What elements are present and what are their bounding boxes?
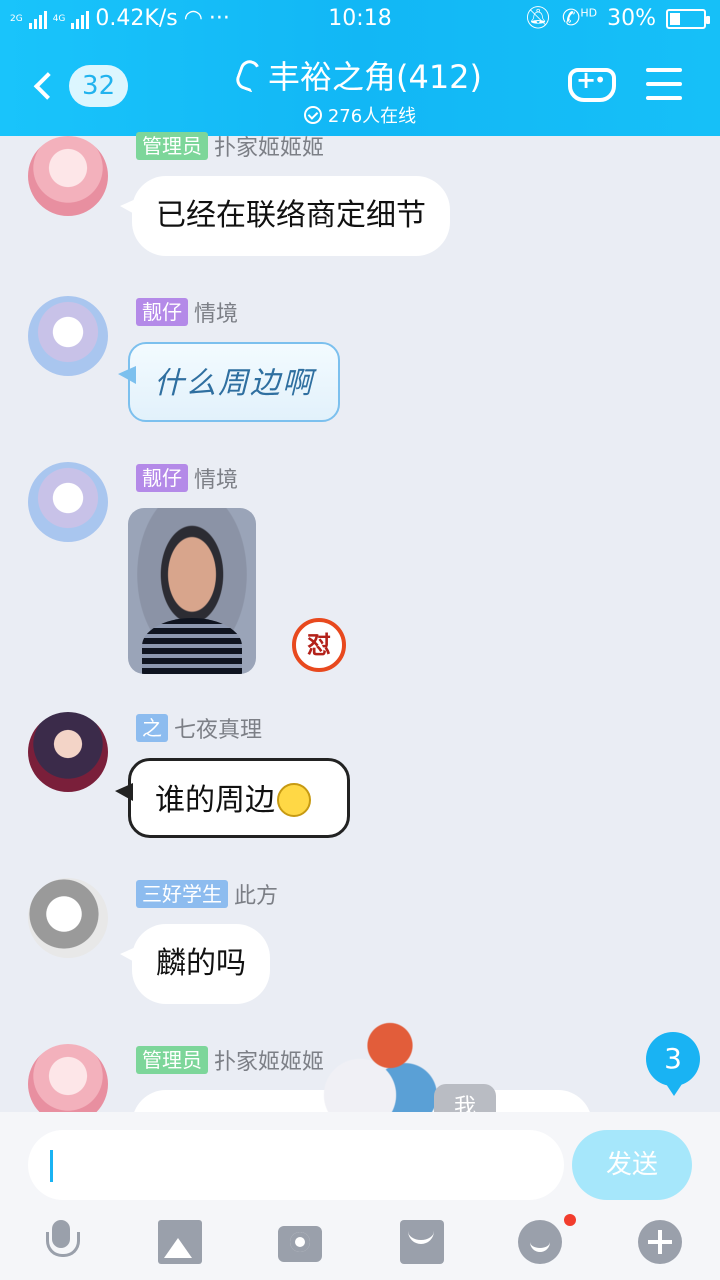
group-title: 丰裕之角(412): [267, 58, 483, 96]
sender-nickname[interactable]: 扑家姬姬姬: [214, 130, 324, 162]
hd-label: HD: [580, 6, 598, 20]
sender-nickname[interactable]: 七夜真理: [174, 712, 262, 744]
member-tag: 之: [136, 714, 168, 742]
title-bar: 2G 4G 0.42K/s ◠ ··· 10:18 🔕︎ ✆HD 30% 32 …: [0, 0, 720, 136]
member-tag: 管理员: [136, 1046, 208, 1074]
message-bubble[interactable]: 已经在联络商定细节: [120, 176, 450, 256]
camera-icon[interactable]: [278, 1226, 322, 1262]
online-count: 276人在线: [327, 106, 417, 127]
dui-reaction-badge: 怼: [292, 618, 346, 672]
status-bar: 2G 4G 0.42K/s ◠ ··· 10:18 🔕︎ ✆HD 30%: [0, 0, 720, 38]
pink-hair-avatar[interactable]: [28, 136, 108, 216]
composer-area: 发送: [0, 1112, 720, 1280]
sender-nickname[interactable]: 情境: [194, 296, 238, 328]
microphone-icon[interactable]: [40, 1220, 84, 1264]
battery-fill: [670, 12, 680, 25]
mute-bell-icon: 🔕︎: [523, 6, 552, 31]
battery-icon: [666, 8, 710, 29]
pink-hair-avatar[interactable]: [28, 1044, 108, 1112]
message-bubble[interactable]: 麟的吗: [120, 924, 270, 1004]
gamepad-icon[interactable]: [568, 66, 616, 102]
chat-message: 三好学生 此方 麟的吗: [0, 878, 720, 1018]
blue-dress-avatar[interactable]: [28, 462, 108, 542]
sender-nickname[interactable]: 此方: [234, 878, 278, 910]
hd-call-icon: ✆HD: [561, 6, 598, 31]
member-tag: 三好学生: [136, 880, 228, 908]
ear-icon: [233, 57, 263, 93]
message-bubble[interactable]: 什么周边啊: [118, 342, 340, 422]
send-button[interactable]: 发送: [572, 1130, 692, 1200]
plus-icon[interactable]: [638, 1220, 682, 1264]
member-tag: 管理员: [136, 132, 208, 160]
sender-nickname[interactable]: 情境: [194, 462, 238, 494]
new-message-badge[interactable]: 3: [646, 1032, 700, 1096]
online-status: 276人在线: [303, 102, 417, 128]
blue-dress-avatar[interactable]: [28, 296, 108, 376]
menu-icon[interactable]: [646, 68, 682, 100]
message-input[interactable]: [28, 1130, 564, 1200]
battery-percent: 30%: [607, 6, 656, 31]
message-text: 谁的周边: [155, 783, 275, 818]
chat-message: 靓仔 情境 怼: [0, 462, 720, 682]
member-tag: 靓仔: [136, 464, 188, 492]
chat-message: 靓仔 情境 什么周边啊: [0, 296, 720, 436]
chat-message: 之 七夜真理 ☁☁ 谁的周边: [0, 712, 720, 852]
member-tag: 靓仔: [136, 298, 188, 326]
input-toolbar: [0, 1214, 720, 1270]
notification-dot: [564, 1214, 576, 1226]
message-bubble[interactable]: 谁的周边: [115, 758, 350, 838]
grin-emoji-icon: [277, 782, 311, 817]
text-caret: [50, 1150, 53, 1182]
image-icon[interactable]: [158, 1220, 202, 1264]
dark-boy-avatar[interactable]: [28, 712, 108, 792]
red-packet-icon[interactable]: [400, 1220, 444, 1264]
photo-message[interactable]: [128, 508, 256, 674]
chat-message: 管理员 扑家姬姬姬 已经在联络商定细节: [0, 132, 720, 286]
check-circle-icon: [303, 106, 322, 124]
gray-sketch-avatar[interactable]: [28, 878, 108, 958]
emoji-icon[interactable]: [518, 1220, 562, 1264]
